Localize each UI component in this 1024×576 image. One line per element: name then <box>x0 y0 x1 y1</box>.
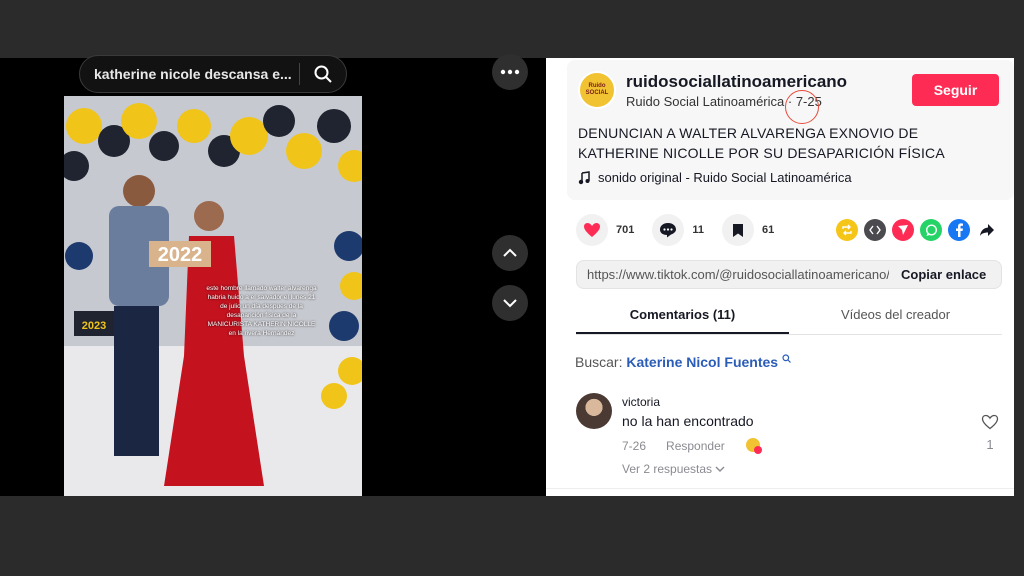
search-suggestion[interactable]: Buscar: Katerine Nicol Fuentes <box>575 354 791 370</box>
video-overlay-text: este hombre llamado walter alvarenga hab… <box>206 285 317 337</box>
comment-button[interactable] <box>652 214 685 246</box>
comment-text: no la han encontrado <box>622 413 754 429</box>
video-frame: 2022 2023 este hombre llamado walter alv… <box>64 96 362 496</box>
year-sign-text: 2022 <box>158 244 203 266</box>
facebook-icon <box>956 223 963 237</box>
comment-like[interactable]: 1 <box>980 414 1000 452</box>
comment-date: 7-26 <box>622 439 647 453</box>
search-button[interactable] <box>300 56 346 92</box>
search-icon <box>314 65 332 83</box>
tab-comments[interactable]: Comentarios (11) <box>576 303 789 334</box>
more-icon <box>500 69 520 75</box>
embed-icon <box>869 225 881 235</box>
view-replies-button[interactable]: Ver 2 respuestas <box>622 462 725 476</box>
heart-icon <box>981 414 999 430</box>
post-description: DENUNCIAN A WALTER ALVARENGA EXNOVIO DE … <box>578 125 945 161</box>
video-player[interactable]: 2022 2023 este hombre llamado walter alv… <box>64 96 362 496</box>
share-arrow-icon <box>980 224 994 236</box>
date-highlight-circle <box>785 90 819 124</box>
sound-link[interactable]: sonido original - Ruido Social Latinoamé… <box>578 170 852 185</box>
bookmark-icon <box>733 223 743 237</box>
sound-label: sonido original - Ruido Social Latinoamé… <box>598 170 852 185</box>
previous-video-button[interactable] <box>492 235 528 271</box>
embed-button[interactable] <box>864 219 886 241</box>
comment-avatar[interactable] <box>576 393 612 429</box>
next-video-button[interactable] <box>492 285 528 321</box>
grad-cap-text: 2023 <box>82 320 106 332</box>
facebook-button[interactable] <box>948 219 970 241</box>
comment-like-count: 1 <box>986 437 994 452</box>
browser-viewport: katherine nicole descansa e... 2022 2023… <box>0 0 1024 576</box>
save-button[interactable] <box>722 214 754 246</box>
search-suggestion-label: Buscar: <box>575 354 627 370</box>
whatsapp-button[interactable] <box>920 219 942 241</box>
chevron-down-icon <box>503 299 517 308</box>
send-icon <box>898 225 908 235</box>
avatar[interactable]: Ruido SOCIAL <box>578 71 616 109</box>
send-button[interactable] <box>892 219 914 241</box>
search-suggestion-keyword[interactable]: Katerine Nicol Fuentes <box>626 354 778 370</box>
comment-action[interactable]: 11 <box>652 214 704 246</box>
creator-liked-badge-icon <box>745 438 762 454</box>
reply-button[interactable]: Responder <box>666 439 725 453</box>
share-link-url[interactable]: https://www.tiktok.com/@ruidosociallatin… <box>577 267 889 282</box>
music-note-icon <box>578 170 590 184</box>
share-options <box>836 219 998 241</box>
whatsapp-icon <box>925 223 937 236</box>
username[interactable]: ruidosociallatinoamericano <box>626 72 847 92</box>
search-icon <box>782 354 791 363</box>
more-share-button[interactable] <box>976 219 998 241</box>
repost-icon <box>842 224 852 236</box>
follow-button[interactable]: Seguir <box>912 74 999 106</box>
display-name: Ruido Social Latinoamérica <box>626 94 785 109</box>
repost-button[interactable] <box>836 219 858 241</box>
comment-icon <box>660 223 677 238</box>
action-bar: 701 11 61 <box>576 214 792 246</box>
tab-creator-videos[interactable]: Vídeos del creador <box>789 303 1002 334</box>
like-count: 701 <box>616 224 635 236</box>
chevron-down-icon <box>715 466 725 472</box>
view-replies-label: Ver 2 respuestas <box>622 462 713 476</box>
divider <box>546 488 1014 489</box>
copy-link-button[interactable]: Copiar enlace <box>889 267 986 282</box>
comment-username[interactable]: victoria <box>622 395 660 409</box>
chevron-up-icon <box>503 248 517 257</box>
save-count: 61 <box>762 224 775 236</box>
comment-count: 11 <box>692 224 704 236</box>
comment-meta: 7-26 Responder <box>622 437 763 455</box>
more-options-button[interactable] <box>492 54 528 90</box>
like-action[interactable]: 701 <box>576 214 634 246</box>
heart-icon <box>584 223 600 237</box>
share-link-box: https://www.tiktok.com/@ruidosociallatin… <box>576 260 1002 289</box>
search-input[interactable]: katherine nicole descansa e... <box>80 66 299 82</box>
search-bar[interactable]: katherine nicole descansa e... <box>79 55 347 93</box>
like-button[interactable] <box>576 214 608 246</box>
panel-tabs: Comentarios (11) Vídeos del creador <box>576 303 1002 335</box>
save-action[interactable]: 61 <box>722 214 774 246</box>
